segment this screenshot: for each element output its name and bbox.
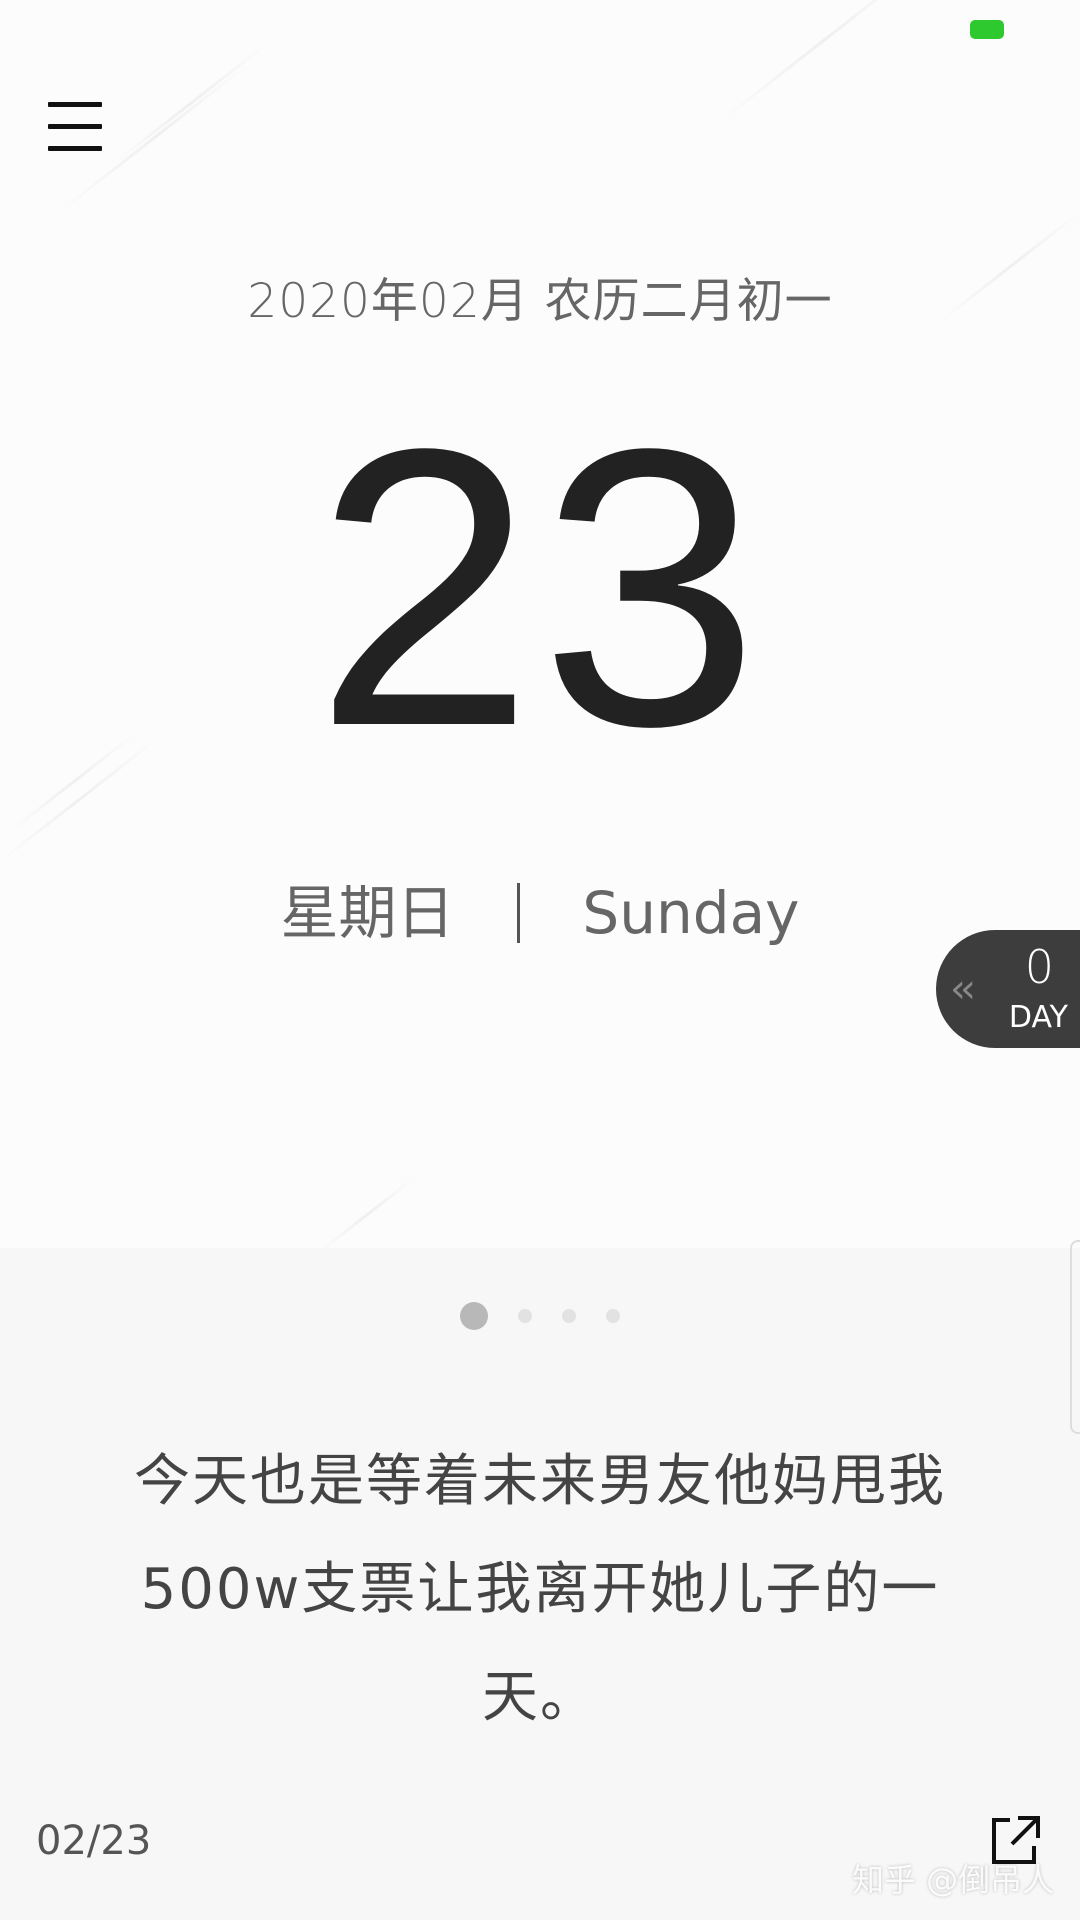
day-number: 23 [314,366,766,808]
weekday-separator [516,882,520,943]
share-external-icon[interactable] [988,1812,1044,1868]
decor-line [109,42,269,168]
decor-line [319,1176,416,1248]
day-counter-button[interactable]: ‹‹ 0 DAY [936,930,1080,1048]
weekday-line: 星期日 Sunday [0,866,1080,950]
page-dot-2[interactable] [518,1309,532,1323]
page-dot-4[interactable] [606,1309,620,1323]
day-count: 0 [1024,940,1054,994]
page-dot-1[interactable] [460,1302,488,1330]
battery-indicator [970,20,1004,39]
date-header: 2020年02月 农历二月初一 [247,274,833,329]
daily-quote: 今天也是等着未来男友他妈甩我500w支票让我离开她儿子的一天。 [134,1449,946,1730]
short-date: 02/23 [36,1818,152,1864]
double-chevron-left-icon: ‹‹ [950,966,976,1012]
page-indicator [0,1302,1080,1330]
decor-line [719,0,926,123]
day-unit: DAY [1008,1000,1068,1035]
hamburger-menu-icon[interactable] [48,102,102,152]
weekday-en: Sunday [582,879,800,947]
page-dot-3[interactable] [562,1309,576,1323]
weekday-cn: 星期日 [280,879,455,947]
scroll-edge-indicator [1070,1240,1080,1434]
